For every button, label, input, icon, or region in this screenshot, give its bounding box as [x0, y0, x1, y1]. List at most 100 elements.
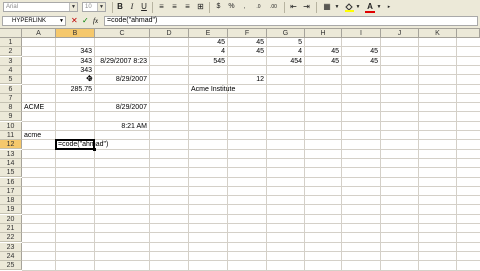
row-header-22[interactable]: 22 — [0, 233, 22, 243]
cell-b12[interactable]: =code("ahmad") — [58, 140, 108, 149]
column-header-f[interactable]: F — [228, 29, 267, 38]
column-header-i[interactable]: I — [342, 29, 381, 38]
row-header-14[interactable]: 14 — [0, 158, 22, 168]
cell-e6[interactable]: Acme Institute — [191, 85, 235, 94]
row-header-7[interactable]: 7 — [0, 93, 22, 103]
font-name-dropdown[interactable]: Arial ▼ — [3, 2, 78, 12]
grid-line — [22, 204, 480, 206]
cell-c8[interactable]: 8/29/2007 — [95, 103, 147, 112]
column-header-e[interactable]: E — [189, 29, 228, 38]
row-header-24[interactable]: 24 — [0, 251, 22, 261]
grid-line — [22, 195, 480, 197]
bold-button[interactable]: B — [115, 2, 125, 12]
row-header-18[interactable]: 18 — [0, 196, 22, 206]
merge-center-icon[interactable]: ⊞ — [195, 2, 206, 12]
chevron-down-icon[interactable]: ▼ — [376, 2, 382, 12]
row-header-10[interactable]: 10 — [0, 121, 22, 131]
grid-line — [418, 38, 419, 270]
chevron-down-icon[interactable]: ▼ — [334, 2, 340, 12]
column-header-k[interactable]: K — [419, 29, 457, 38]
column-header-a[interactable]: A — [22, 29, 56, 38]
row-header-8[interactable]: 8 — [0, 103, 22, 113]
italic-button[interactable]: I — [127, 2, 137, 12]
font-size-dropdown[interactable]: 10 ▼ — [82, 2, 106, 12]
column-header-c[interactable]: C — [95, 29, 150, 38]
currency-icon[interactable]: $ — [213, 2, 224, 12]
row-header-3[interactable]: 3 — [0, 56, 22, 66]
cell-b3[interactable]: 343 — [56, 57, 92, 66]
grid-line — [380, 38, 381, 270]
cell-b6[interactable]: 285.75 — [56, 85, 92, 94]
row-header-20[interactable]: 20 — [0, 214, 22, 224]
formula-input[interactable]: =code("ahmad") — [104, 16, 478, 26]
row-header-2[interactable]: 2 — [0, 47, 22, 57]
font-color-swatch — [365, 11, 375, 13]
align-center-icon[interactable]: ≡ — [169, 2, 180, 12]
cell-g2[interactable]: 4 — [267, 47, 302, 56]
toolbar-separator — [316, 2, 317, 13]
underline-button[interactable]: U — [139, 2, 149, 12]
row-header-25[interactable]: 25 — [0, 261, 22, 271]
cell-a11[interactable]: acme — [24, 131, 41, 140]
select-all-corner[interactable] — [0, 29, 22, 38]
comma-style-icon[interactable]: , — [239, 2, 250, 12]
borders-icon[interactable]: ▦ — [320, 2, 334, 12]
formula-bar: HYPERLINK ▼ ✕ ✓ fx =code("ahmad") — [0, 15, 480, 29]
name-box[interactable]: HYPERLINK ▼ — [2, 16, 66, 26]
row-header-6[interactable]: 6 — [0, 84, 22, 94]
grid-line — [227, 38, 228, 270]
increase-decimal-icon[interactable]: .0 — [252, 2, 265, 12]
row-header-11[interactable]: 11 — [0, 131, 22, 140]
cell-f5[interactable]: 12 — [228, 75, 264, 84]
row-header-9[interactable]: 9 — [0, 112, 22, 122]
cell-c10[interactable]: 8:21 AM — [95, 122, 147, 131]
font-color-button[interactable]: A — [364, 2, 376, 13]
row-header-5[interactable]: 5 — [0, 75, 22, 85]
decrease-decimal-icon[interactable]: .00 — [267, 2, 280, 12]
cancel-icon[interactable]: ✕ — [71, 16, 78, 26]
cell-e1[interactable]: 45 — [189, 38, 225, 47]
grid-line — [22, 241, 480, 243]
row-header-21[interactable]: 21 — [0, 224, 22, 233]
column-header-d[interactable]: D — [150, 29, 189, 38]
increase-indent-icon[interactable]: ⇥ — [301, 2, 312, 12]
column-header-j[interactable]: J — [381, 29, 419, 38]
insert-function-icon[interactable]: fx — [93, 16, 98, 26]
cell-g1[interactable]: 5 — [267, 38, 302, 47]
row-header-15[interactable]: 15 — [0, 168, 22, 178]
enter-icon[interactable]: ✓ — [82, 16, 89, 26]
cell-c5[interactable]: 8/29/2007 — [95, 75, 147, 84]
row-header-23[interactable]: 23 — [0, 242, 22, 252]
column-header-h[interactable]: H — [305, 29, 342, 38]
cell-a8[interactable]: ACME — [24, 103, 44, 112]
row-header-17[interactable]: 17 — [0, 186, 22, 196]
cell-e3[interactable]: 545 — [189, 57, 225, 66]
fill-color-icon[interactable] — [343, 2, 355, 12]
cell-h2[interactable]: 45 — [305, 47, 339, 56]
row-header-4[interactable]: 4 — [0, 65, 22, 75]
cell-f1[interactable]: 45 — [228, 38, 264, 47]
cell-c3[interactable]: 8/29/2007 8:23 — [95, 57, 147, 66]
percent-icon[interactable]: % — [226, 2, 237, 12]
row-header-1[interactable]: 1 — [0, 38, 22, 47]
chevron-down-icon[interactable]: ▼ — [355, 2, 361, 12]
cell-b2[interactable]: 343 — [56, 47, 92, 56]
cell-i2[interactable]: 45 — [342, 47, 378, 56]
row-header-12[interactable]: 12 — [0, 140, 22, 150]
align-left-icon[interactable]: ≡ — [156, 2, 167, 12]
cell-f2[interactable]: 45 — [228, 47, 264, 56]
row-header-13[interactable]: 13 — [0, 149, 22, 159]
cell-g3[interactable]: 454 — [267, 57, 302, 66]
row-header-19[interactable]: 19 — [0, 205, 22, 215]
cell-h3[interactable]: 45 — [305, 57, 339, 66]
toolbar-options-icon[interactable]: ▸ — [386, 2, 392, 12]
column-header-g[interactable]: G — [267, 29, 305, 38]
column-header-b[interactable]: B — [56, 29, 95, 38]
decrease-indent-icon[interactable]: ⇤ — [288, 2, 299, 12]
cell-i3[interactable]: 45 — [342, 57, 378, 66]
cell-e2[interactable]: 4 — [189, 47, 225, 56]
grid-line — [188, 38, 189, 270]
align-right-icon[interactable]: ≡ — [182, 2, 193, 12]
row-header-16[interactable]: 16 — [0, 177, 22, 187]
grid-line — [22, 130, 480, 131]
